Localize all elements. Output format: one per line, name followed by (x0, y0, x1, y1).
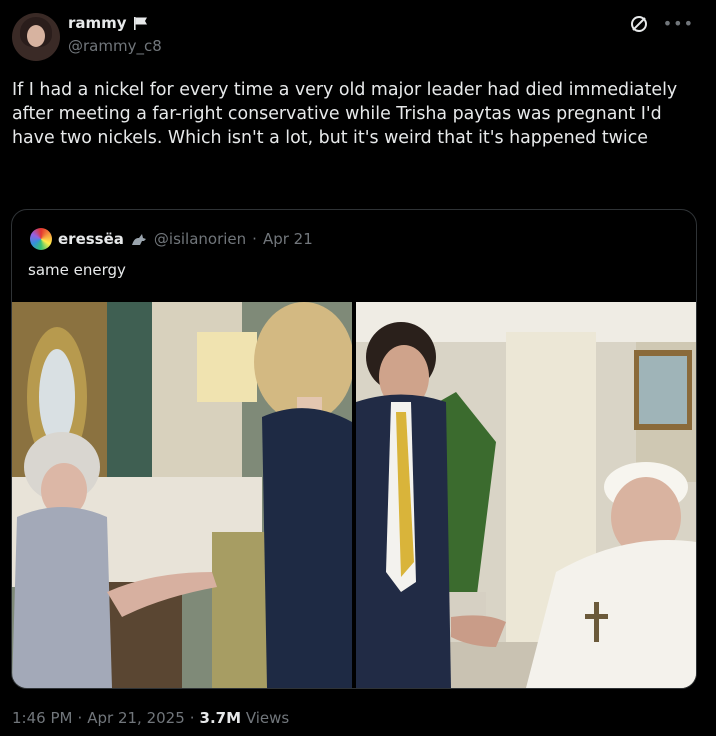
quote-display-name[interactable]: eressëa (58, 230, 124, 248)
more-icon[interactable]: ••• (663, 16, 694, 32)
quote-date[interactable]: Apr 21 (263, 230, 313, 248)
animal-badge-icon (131, 234, 146, 245)
quote-handle[interactable]: @isilanorien (154, 230, 246, 248)
meta-separator: · (77, 709, 83, 727)
tweet-time[interactable]: 1:46 PM (12, 709, 72, 727)
tweet-text: If I had a nickel for every time a very … (12, 80, 683, 148)
quote-separator: · (252, 230, 257, 248)
tweet-actions-top: ••• (629, 14, 694, 34)
quote-header: eressëa @isilanorien · Apr 21 (30, 228, 313, 250)
meta-separator-2: · (189, 709, 195, 727)
quote-photo-left[interactable] (12, 302, 352, 688)
grok-icon[interactable] (629, 14, 649, 34)
quote-photo-right[interactable] (356, 302, 696, 688)
author-name-row: rammy (68, 14, 149, 32)
tweet-meta: 1:46 PM · Apr 21, 2025 · 3.7M Views (12, 709, 289, 727)
quoted-tweet[interactable]: eressëa @isilanorien · Apr 21 same energ… (11, 209, 697, 689)
author-handle[interactable]: @rammy_c8 (68, 37, 162, 55)
flag-icon (133, 17, 147, 30)
author-avatar[interactable] (12, 13, 60, 61)
quote-avatar[interactable] (30, 228, 52, 250)
views-count: 3.7M (199, 709, 242, 727)
tweet-date[interactable]: Apr 21, 2025 (87, 709, 185, 727)
quote-text: same energy (28, 261, 126, 279)
views-label: Views (245, 709, 290, 727)
author-display-name[interactable]: rammy (68, 14, 127, 32)
